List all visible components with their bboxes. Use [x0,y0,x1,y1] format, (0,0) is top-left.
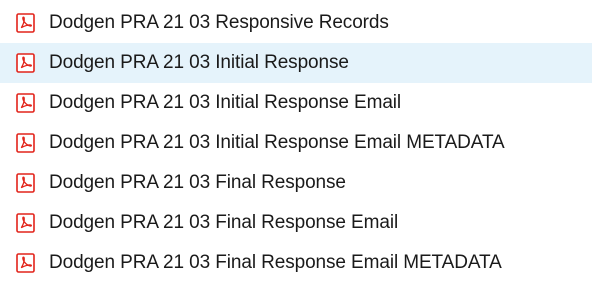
file-row-responsive-records[interactable]: Dodgen PRA 21 03 Responsive Records [0,3,602,43]
pdf-file-icon [15,212,37,234]
file-row-final-response[interactable]: Dodgen PRA 21 03 Final Response [0,163,602,203]
pdf-file-icon [15,252,37,274]
file-name: Dodgen PRA 21 03 Initial Response Email … [49,132,505,153]
file-name: Dodgen PRA 21 03 Initial Response Email [49,92,402,113]
pdf-file-icon [15,172,37,194]
file-name: Dodgen PRA 21 03 Final Response [49,172,346,193]
file-row-final-response-email-metadata[interactable]: Dodgen PRA 21 03 Final Response Email ME… [0,243,602,283]
file-row-initial-response-email-metadata[interactable]: Dodgen PRA 21 03 Initial Response Email … [0,123,602,163]
file-row-initial-response-email[interactable]: Dodgen PRA 21 03 Initial Response Email [0,83,602,123]
file-row-final-response-email[interactable]: Dodgen PRA 21 03 Final Response Email [0,203,602,243]
pdf-file-icon [15,52,37,74]
file-list: Dodgen PRA 21 03 Responsive Records Dodg… [0,0,602,292]
file-name: Dodgen PRA 21 03 Final Response Email [49,212,399,233]
file-row-initial-response[interactable]: Dodgen PRA 21 03 Initial Response [0,43,592,83]
file-name: Dodgen PRA 21 03 Final Response Email ME… [49,252,502,273]
file-name: Dodgen PRA 21 03 Responsive Records [49,12,389,33]
pdf-file-icon [15,12,37,34]
pdf-file-icon [15,132,37,154]
pdf-file-icon [15,92,37,114]
file-name: Dodgen PRA 21 03 Initial Response [49,52,349,73]
